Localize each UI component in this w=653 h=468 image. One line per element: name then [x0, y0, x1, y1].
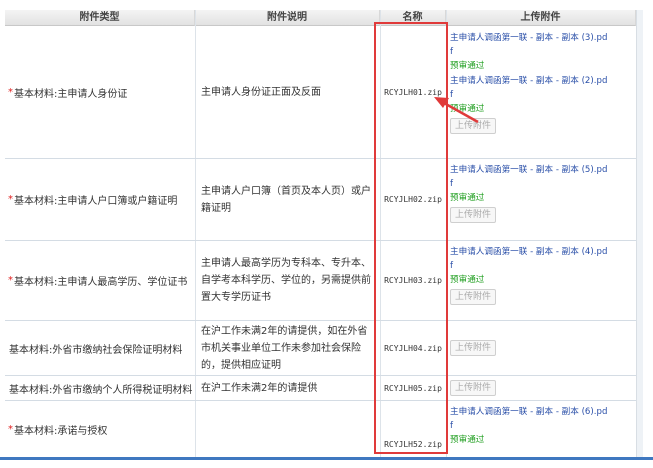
attachment-type-label: 基本材料:主申请人身份证	[14, 89, 128, 100]
uploaded-file-link[interactable]: 主申请人调函第一联 - 副本 - 副本 (5).pd	[450, 163, 636, 177]
upload-cell: 主申请人调函第一联 - 副本 - 副本 (6).pd f 预审通过	[446, 401, 636, 457]
upload-button[interactable]: 上传附件	[450, 118, 497, 134]
attachment-name: RCYJLH03.zip	[384, 276, 442, 285]
upload-cell: 上传附件	[446, 376, 636, 400]
uploaded-file-link[interactable]: 主申请人调函第一联 - 副本 - 副本 (6).pd	[450, 405, 636, 419]
table-row-type: 基本材料:外省市缴纳社会保险证明材料	[5, 321, 195, 375]
attachment-type-label: 基本材料:外省市缴纳社会保险证明材料	[9, 344, 183, 356]
status-badge: 预审通过	[450, 193, 485, 203]
required-marker: *	[8, 87, 13, 98]
table-row-type: * 基本材料:主申请人最高学历、学位证书	[5, 241, 195, 320]
upload-button[interactable]: 上传附件	[450, 207, 497, 223]
header-attachment-type: 附件类型	[5, 10, 195, 26]
attachment-desc	[195, 401, 380, 457]
uploaded-file-ext[interactable]: f	[450, 419, 636, 433]
uploaded-file-ext[interactable]: f	[450, 259, 636, 273]
status-badge: 预审通过	[450, 104, 485, 114]
bottom-bar	[0, 457, 653, 460]
attachment-table: 附件类型 附件说明 名称 上传附件 * 基本材料:主申请人身份证 主申请人身份证…	[0, 0, 641, 460]
required-marker: *	[8, 423, 13, 435]
attachment-type-label: 基本材料:主申请人最高学历、学位证书	[14, 277, 188, 288]
attachment-desc: 在沪工作未满2年的请提供	[201, 382, 318, 394]
attachment-name: RCYJLH01.zip	[384, 88, 442, 97]
uploaded-file-link[interactable]: 主申请人调函第一联 - 副本 - 副本 (2).pd	[450, 74, 636, 88]
upload-cell: 主申请人调函第一联 - 副本 - 副本 (5).pd f 预审通过 上传附件	[446, 159, 636, 240]
attachment-desc: 在沪工作未满2年的请提供，如在外省市机关事业单位工作未参加社会保险的，提供相应证…	[201, 325, 368, 371]
uploaded-file-ext[interactable]: f	[450, 88, 636, 102]
uploaded-file-link[interactable]: 主申请人调函第一联 - 副本 - 副本 (3).pd	[450, 31, 636, 45]
table-row-type: * 基本材料:主申请人身份证	[5, 27, 195, 158]
status-badge: 预审通过	[450, 275, 485, 285]
table-row-type: * 基本材料:承诺与授权	[5, 401, 195, 457]
attachment-type-label: 基本材料:承诺与授权	[14, 425, 108, 437]
uploaded-file-ext[interactable]: f	[450, 177, 636, 191]
uploaded-file-link[interactable]: 主申请人调函第一联 - 副本 - 副本 (4).pd	[450, 245, 636, 259]
attachment-name: RCYJLH05.zip	[384, 383, 442, 393]
attachment-name: RCYJLH52.zip	[384, 440, 442, 449]
status-badge: 预审通过	[450, 61, 485, 71]
required-marker: *	[8, 194, 13, 205]
attachment-name: RCYJLH04.zip	[384, 343, 442, 353]
header-name: 名称	[380, 10, 446, 26]
scrollbar-track[interactable]	[636, 10, 643, 460]
attachment-type-label: 基本材料:主申请人户口簿或户籍证明	[14, 196, 178, 207]
attachment-desc: 主申请人户口簿（首页及本人页）或户籍证明	[201, 185, 371, 214]
upload-cell: 主申请人调函第一联 - 副本 - 副本 (3).pd f 预审通过 主申请人调函…	[446, 27, 636, 158]
attachment-name: RCYJLH02.zip	[384, 195, 442, 204]
upload-cell: 主申请人调函第一联 - 副本 - 副本 (4).pd f 预审通过 上传附件	[446, 241, 636, 320]
table-row-type: * 基本材料:主申请人户口簿或户籍证明	[5, 159, 195, 240]
upload-button[interactable]: 上传附件	[450, 380, 497, 396]
header-attachment-desc: 附件说明	[195, 10, 380, 26]
upload-cell: 上传附件	[446, 321, 636, 375]
uploaded-file-ext[interactable]: f	[450, 45, 636, 59]
required-marker: *	[8, 275, 13, 286]
upload-button[interactable]: 上传附件	[450, 340, 497, 356]
attachment-desc: 主申请人身份证正面及反面	[201, 87, 321, 98]
header-upload: 上传附件	[446, 10, 636, 26]
table-row-type: 基本材料:外省市缴纳个人所得税证明材料	[5, 376, 195, 400]
status-badge: 预审通过	[450, 435, 485, 445]
attachment-type-label: 基本材料:外省市缴纳个人所得税证明材料	[9, 384, 193, 396]
upload-button[interactable]: 上传附件	[450, 289, 497, 305]
attachment-desc: 主申请人最高学历为专科本、专升本、自学考本科学历、学位的，另需提供前置大专学历证…	[201, 258, 371, 303]
